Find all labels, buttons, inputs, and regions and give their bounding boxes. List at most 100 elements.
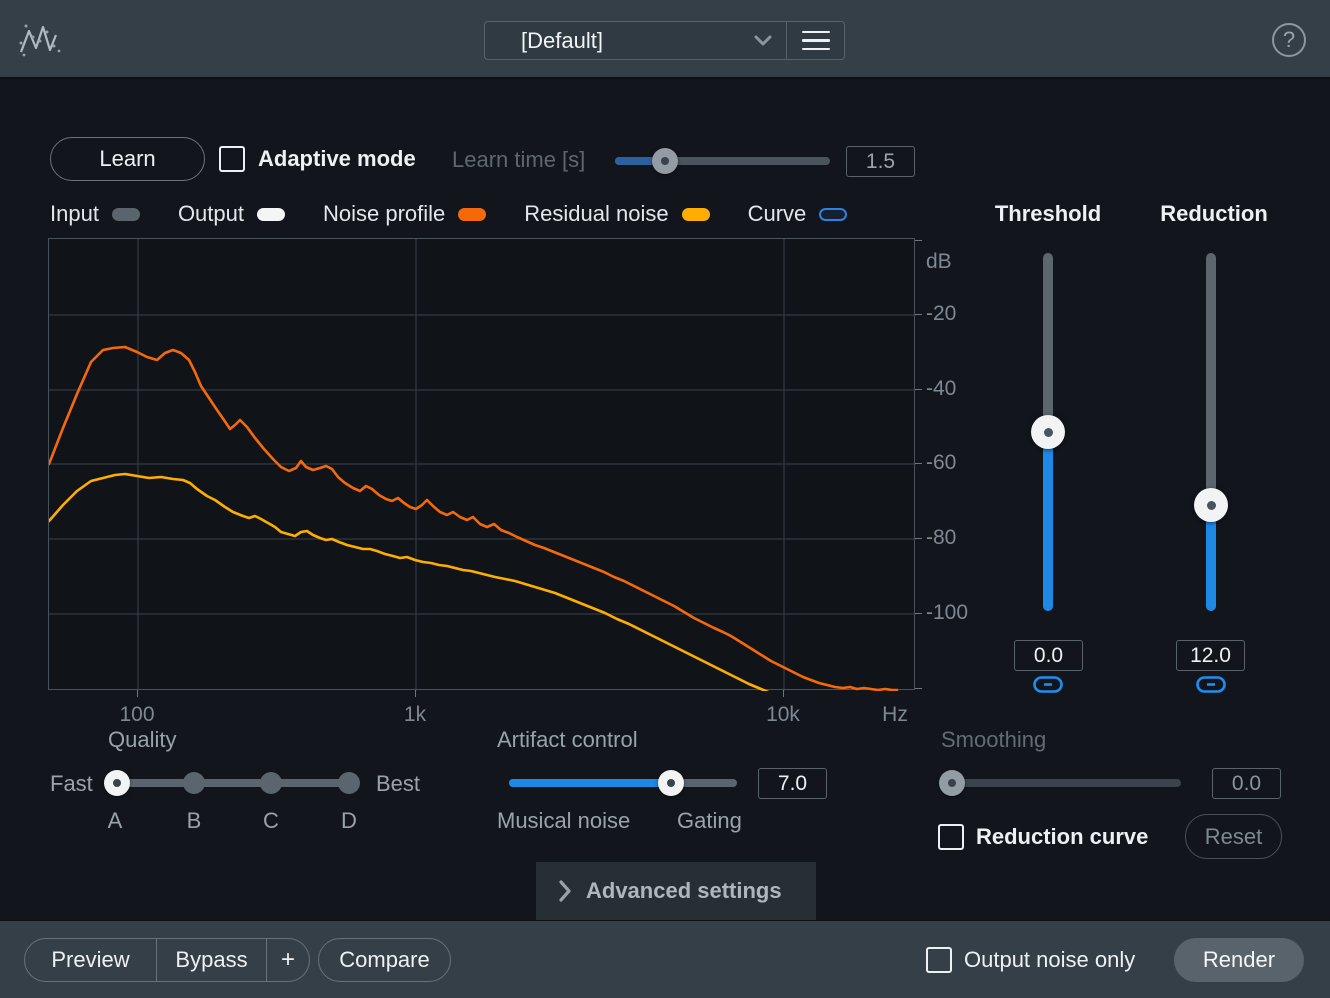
title-bar: [Default] ?: [0, 0, 1330, 79]
legend-label: Residual noise: [524, 201, 668, 227]
reduction-value[interactable]: 12.0: [1176, 640, 1245, 671]
artifact-slider-fill: [509, 779, 671, 787]
spectrum-curves: [49, 239, 916, 691]
quality-slider[interactable]: [117, 779, 349, 787]
y-tick: [915, 240, 922, 241]
x-axis-label: 1k: [404, 703, 426, 727]
y-axis-label: -40: [926, 377, 956, 401]
x-tick: [415, 690, 416, 697]
legend-label: Noise profile: [323, 201, 445, 227]
curve-swatch: [819, 208, 847, 221]
quality-stop-c[interactable]: [260, 772, 282, 794]
reduction-curve-checkbox[interactable]: [938, 824, 964, 850]
y-axis-label: -80: [926, 526, 956, 550]
quality-right-label: Best: [376, 771, 420, 797]
render-button[interactable]: Render: [1174, 938, 1304, 982]
help-glyph: ?: [1283, 27, 1295, 53]
y-tick: [915, 314, 922, 315]
quality-slider-knob[interactable]: [104, 770, 130, 796]
artifact-left-label: Musical noise: [497, 808, 630, 834]
spectrum-legend: Input Output Noise profile Residual nois…: [50, 201, 920, 227]
legend-item-output: Output: [178, 201, 285, 227]
y-tick: [915, 463, 922, 464]
x-tick: [137, 690, 138, 697]
y-axis-label: -20: [926, 302, 956, 326]
preview-button-group: Preview Bypass +: [24, 938, 310, 982]
bypass-button[interactable]: Bypass: [156, 939, 266, 981]
y-tick: [915, 538, 922, 539]
transport-bar: Preview Bypass + Compare Output noise on…: [0, 920, 1330, 998]
waveform-logo-icon: [18, 22, 62, 63]
legend-item-noise-profile: Noise profile: [323, 201, 486, 227]
legend-label: Input: [50, 201, 99, 227]
preview-button[interactable]: Preview: [25, 939, 156, 981]
learn-time-label: Learn time [s]: [452, 147, 585, 173]
legend-label: Output: [178, 201, 244, 227]
reset-button[interactable]: Reset: [1185, 814, 1282, 859]
reduction-label: Reduction: [1160, 201, 1268, 227]
quality-label: Quality: [108, 727, 176, 753]
smoothing-label: Smoothing: [941, 727, 1046, 753]
threshold-label: Threshold: [995, 201, 1101, 227]
adaptive-mode-label: Adaptive mode: [258, 146, 416, 172]
quality-tick-a[interactable]: A: [108, 808, 123, 834]
preset-menu-button[interactable]: [786, 21, 845, 60]
output-swatch: [257, 208, 285, 221]
artifact-control-label: Artifact control: [497, 727, 638, 753]
advanced-settings-label: Advanced settings: [586, 878, 782, 904]
y-tick: [915, 389, 922, 390]
smoothing-value[interactable]: 0.0: [1212, 768, 1281, 799]
add-button[interactable]: +: [266, 939, 309, 981]
quality-tick-b[interactable]: B: [187, 808, 202, 834]
y-axis-label: -60: [926, 451, 956, 475]
advanced-settings-toggle[interactable]: Advanced settings: [536, 862, 816, 920]
noise-profile-swatch: [458, 208, 486, 221]
artifact-value[interactable]: 7.0: [758, 768, 827, 799]
x-axis-unit: Hz: [882, 703, 908, 727]
threshold-link-icon[interactable]: [1033, 676, 1063, 698]
chevron-right-icon: [558, 880, 572, 902]
preset-controls: [Default]: [484, 21, 845, 60]
y-axis-unit: dB: [926, 250, 952, 274]
smoothing-slider[interactable]: [941, 779, 1181, 787]
quality-tick-c[interactable]: C: [263, 808, 279, 834]
y-tick: [915, 613, 922, 614]
quality-stop-b[interactable]: [183, 772, 205, 794]
x-axis-label: 100: [119, 703, 154, 727]
compare-button[interactable]: Compare: [318, 938, 451, 982]
legend-item-curve: Curve: [748, 201, 848, 227]
quality-stop-d[interactable]: [338, 772, 360, 794]
preset-dropdown[interactable]: [Default]: [484, 21, 786, 60]
input-swatch: [112, 208, 140, 221]
threshold-fader-fill: [1043, 432, 1053, 611]
artifact-slider-knob[interactable]: [658, 770, 684, 796]
smoothing-slider-knob[interactable]: [939, 770, 965, 796]
legend-item-residual-noise: Residual noise: [524, 201, 709, 227]
x-axis-label: 10k: [766, 703, 800, 727]
output-noise-only-label: Output noise only: [964, 947, 1135, 973]
legend-item-input: Input: [50, 201, 140, 227]
reduction-fader-knob[interactable]: [1194, 488, 1228, 522]
legend-label: Curve: [748, 201, 807, 227]
quality-tick-d[interactable]: D: [341, 808, 357, 834]
adaptive-mode-checkbox[interactable]: [219, 146, 245, 172]
x-tick: [783, 690, 784, 697]
artifact-right-label: Gating: [677, 808, 742, 834]
quality-left-label: Fast: [50, 771, 93, 797]
output-noise-only-checkbox[interactable]: [926, 947, 952, 973]
reduction-link-icon[interactable]: [1196, 676, 1226, 698]
learn-time-slider-knob[interactable]: [652, 148, 678, 174]
help-button[interactable]: ?: [1272, 23, 1306, 57]
preset-name: [Default]: [521, 28, 754, 54]
chevron-down-icon: [754, 35, 772, 46]
threshold-fader-knob[interactable]: [1031, 415, 1065, 449]
learn-time-value[interactable]: 1.5: [846, 146, 915, 177]
y-tick: [915, 688, 922, 689]
y-axis-label: -100: [926, 601, 968, 625]
reduction-curve-label: Reduction curve: [976, 824, 1148, 850]
spectrum-display[interactable]: [48, 238, 915, 690]
denoise-plugin-window: [Default] ? Learn Adaptive mode Learn ti…: [0, 0, 1330, 998]
learn-button[interactable]: Learn: [50, 137, 205, 181]
threshold-value[interactable]: 0.0: [1014, 640, 1083, 671]
residual-noise-swatch: [682, 208, 710, 221]
